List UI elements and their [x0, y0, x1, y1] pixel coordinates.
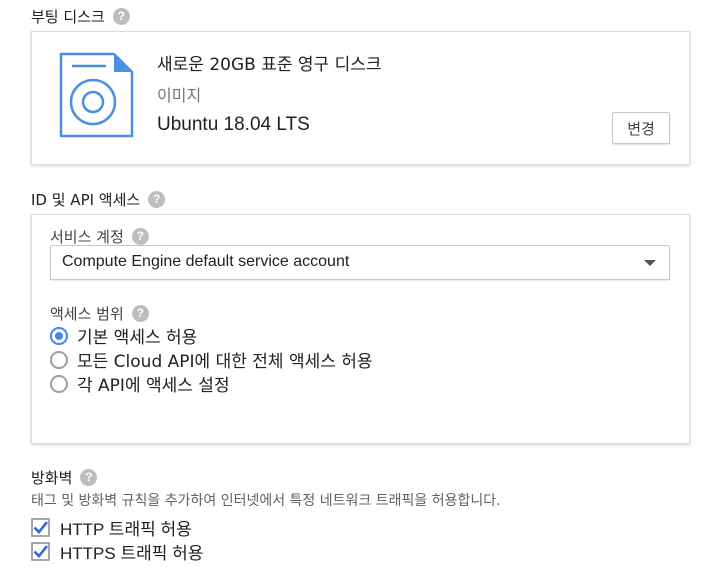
scope-option-default[interactable]: 기본 액세스 허용 — [50, 323, 197, 348]
scope-option-label: 각 API에 액세스 설정 — [77, 376, 230, 396]
https-traffic-option[interactable]: HTTPS 트래픽 허용 — [31, 539, 203, 564]
checkbox-checked-icon[interactable] — [31, 518, 50, 537]
scope-option-label: 기본 액세스 허용 — [77, 328, 198, 348]
firewall-title: 방화벽 — [31, 469, 73, 487]
image-value: Ubuntu 18.04 LTS — [157, 114, 310, 135]
https-traffic-label: HTTPS 트래픽 허용 — [60, 544, 204, 563]
access-scope-label: 액세스 범위 — [50, 305, 124, 323]
chevron-down-icon — [644, 260, 656, 266]
service-account-select[interactable]: Compute Engine default service account — [50, 245, 670, 280]
change-button[interactable]: 변경 — [612, 112, 670, 144]
firewall-description: 태그 및 방화벽 규칙을 추가하여 인터넷에서 특정 네트워크 트래픽을 허용합… — [31, 493, 501, 509]
boot-disk-section-title: 부팅 디스크 ? — [31, 6, 130, 27]
help-icon[interactable]: ? — [80, 469, 98, 486]
radio-button[interactable] — [50, 374, 68, 393]
disk-name: 새로운 20GB 표준 영구 디스크 — [157, 55, 382, 75]
access-scope-label-row: 액세스 범위 ? — [50, 303, 149, 324]
scope-option-custom[interactable]: 각 API에 액세스 설정 — [50, 371, 230, 396]
http-traffic-label: HTTP 트래픽 허용 — [60, 520, 192, 539]
radio-button[interactable] — [50, 350, 68, 369]
service-account-label-row: 서비스 계정 ? — [50, 226, 149, 247]
api-access-title: ID 및 API 액세스 — [31, 191, 141, 209]
boot-disk-title: 부팅 디스크 — [31, 8, 105, 26]
boot-disk-card: 새로운 20GB 표준 영구 디스크 이미지 Ubuntu 18.04 LTS … — [31, 31, 690, 165]
radio-button-checked[interactable] — [50, 326, 68, 345]
help-icon[interactable]: ? — [131, 305, 149, 322]
api-access-section-title: ID 및 API 액세스 ? — [31, 189, 166, 210]
disk-icon — [59, 52, 134, 138]
scope-option-full[interactable]: 모든 Cloud API에 대한 전체 액세스 허용 — [50, 347, 373, 372]
checkbox-checked-icon[interactable] — [31, 542, 50, 561]
service-account-label: 서비스 계정 — [50, 228, 124, 246]
scope-option-label: 모든 Cloud API에 대한 전체 액세스 허용 — [77, 352, 373, 372]
help-icon[interactable]: ? — [131, 228, 149, 245]
http-traffic-option[interactable]: HTTP 트래픽 허용 — [31, 515, 192, 540]
help-icon[interactable]: ? — [148, 191, 166, 208]
service-account-value: Compute Engine default service account — [62, 253, 350, 270]
firewall-section-title: 방화벽 ? — [31, 467, 98, 488]
help-icon[interactable]: ? — [112, 8, 130, 25]
api-access-card: 서비스 계정 ? Compute Engine default service … — [31, 214, 690, 444]
image-label: 이미지 — [157, 86, 202, 105]
